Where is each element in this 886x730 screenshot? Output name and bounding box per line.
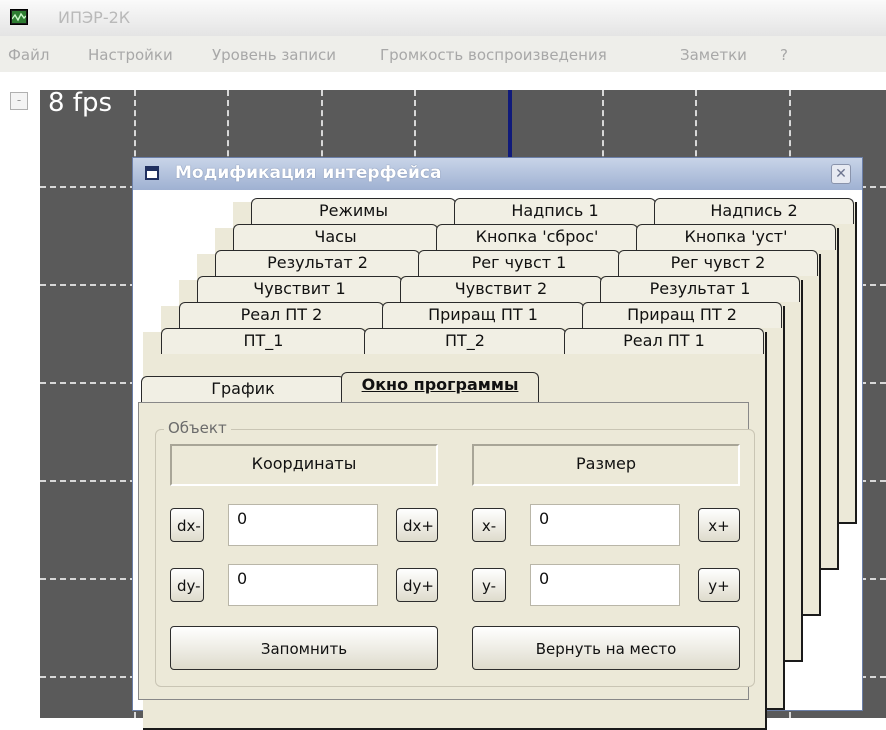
tab-real-pt-2[interactable]: Реал ПТ 2 [179, 302, 384, 328]
tab-program-window[interactable]: Окно программы [341, 372, 539, 402]
tab-modes[interactable]: Режимы [251, 198, 456, 224]
interface-modification-dialog: Модификация интерфейса ✕ Режимы Надпись … [133, 158, 862, 730]
restore-position-button[interactable]: Вернуть на место [472, 626, 740, 670]
tab-reset-button[interactable]: Кнопка 'сброс' [436, 224, 638, 250]
tab-result-2[interactable]: Результат 2 [215, 250, 420, 276]
menu-bar: Файл Настройки Уровень записи Громкость … [0, 36, 886, 72]
tab-label-1[interactable]: Надпись 1 [454, 198, 656, 224]
tab-real-pt-1[interactable]: Реал ПТ 1 [564, 328, 764, 354]
menu-help[interactable]: ? [780, 46, 788, 64]
tab-incr-pt-1[interactable]: Приращ ПТ 1 [382, 302, 584, 328]
tab-set-button[interactable]: Кнопка 'уст' [636, 224, 836, 250]
y-minus-button[interactable]: y- [472, 568, 506, 602]
menu-notes[interactable]: Заметки [680, 46, 747, 64]
x-input[interactable]: 0 [530, 504, 680, 546]
close-button[interactable]: ✕ [831, 164, 851, 184]
y-plus-button[interactable]: y+ [698, 568, 740, 602]
tab-incr-pt-2[interactable]: Приращ ПТ 2 [582, 302, 782, 328]
x-minus-button[interactable]: x- [472, 508, 506, 542]
dx-input[interactable]: 0 [228, 504, 378, 546]
y-input[interactable]: 0 [530, 564, 680, 606]
tab-result-1[interactable]: Результат 1 [600, 276, 800, 302]
tab-sensitivity-2[interactable]: Чувствит 2 [400, 276, 602, 302]
menu-file[interactable]: Файл [8, 46, 49, 64]
dialog-body: Режимы Надпись 1 Надпись 2 Часы Кнопка '… [133, 190, 862, 730]
tab-label-2[interactable]: Надпись 2 [654, 198, 854, 224]
size-label: Размер [472, 444, 740, 486]
dx-plus-button[interactable]: dx+ [396, 508, 438, 542]
dy-plus-button[interactable]: dy+ [396, 568, 438, 602]
tab-page-program-window: Объект Координаты Размер dx- 0 dx+ x- 0 … [138, 402, 755, 700]
dialog-title-bar[interactable]: Модификация интерфейса ✕ [133, 158, 862, 190]
tab-sens-reg-1[interactable]: Рег чувст 1 [418, 250, 620, 276]
tab-clock[interactable]: Часы [233, 224, 438, 250]
tab-pt-2[interactable]: ПТ_2 [364, 328, 566, 354]
collapse-button[interactable]: - [10, 92, 28, 110]
menu-settings[interactable]: Настройки [88, 46, 173, 64]
x-plus-button[interactable]: x+ [698, 508, 740, 542]
tab-sens-reg-2[interactable]: Рег чувст 2 [618, 250, 818, 276]
fps-readout: 8 fps [48, 90, 113, 118]
title-bar: ИПЭР-2К [0, 0, 886, 36]
dialog-title: Модификация интерфейса [175, 163, 442, 183]
window-icon [145, 166, 159, 180]
coordinates-label: Координаты [170, 444, 438, 486]
dy-input[interactable]: 0 [228, 564, 378, 606]
tab-sensitivity-1[interactable]: Чувствит 1 [197, 276, 402, 302]
oscilloscope-icon [10, 9, 28, 25]
group-label: Объект [164, 419, 231, 437]
tab-pt-1[interactable]: ПТ_1 [161, 328, 366, 354]
tab-graph[interactable]: График [141, 376, 345, 402]
dy-minus-button[interactable]: dy- [170, 568, 204, 602]
object-group: Координаты Размер dx- 0 dx+ x- 0 x+ dy- … [155, 429, 755, 687]
menu-playback-volume[interactable]: Громкость воспроизведения [380, 46, 607, 64]
save-button[interactable]: Запомнить [170, 626, 438, 670]
menu-record-level[interactable]: Уровень записи [212, 46, 336, 64]
dx-minus-button[interactable]: dx- [170, 508, 204, 542]
app-title: ИПЭР-2К [58, 8, 131, 27]
